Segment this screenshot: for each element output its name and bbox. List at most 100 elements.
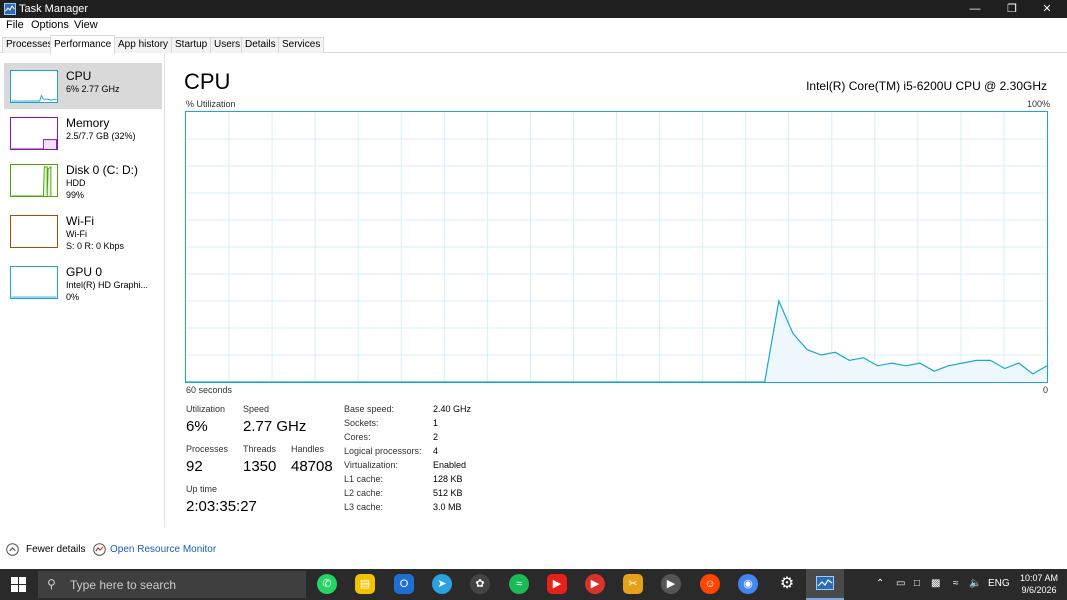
resource-sidebar: CPU 6% 2.77 GHz Memory 2.5/7.7 GB (32%) …	[0, 53, 165, 527]
info-key: Logical processors:	[344, 446, 422, 456]
sidebar-item-wifi[interactable]: Wi-Fi Wi-Fi S: 0 R: 0 Kbps	[4, 208, 162, 254]
clock[interactable]: 10:07 AM 9/6/2026	[1016, 572, 1062, 596]
monitor-icon[interactable]: ▩	[931, 578, 940, 589]
sidebar-item-memory[interactable]: Memory 2.5/7.7 GB (32%)	[4, 110, 162, 156]
collapse-chevron-icon[interactable]	[6, 543, 19, 556]
info-value: 3.0 MB	[433, 502, 462, 512]
restore-button[interactable]: ❐	[992, 0, 1032, 18]
y-axis-max-label: 100%	[1027, 99, 1051, 109]
processes-label: Processes	[186, 444, 229, 454]
threads-label: Threads	[243, 444, 277, 454]
open-resource-monitor-link[interactable]: Open Resource Monitor	[110, 544, 216, 555]
menu-options[interactable]: Options	[31, 19, 69, 31]
sidebar-item-disk[interactable]: Disk 0 (C: D:) HDD 99%	[4, 157, 162, 203]
handles-label: Handles	[291, 444, 325, 454]
x-axis-left-label: 60 seconds	[186, 385, 233, 395]
tab-services[interactable]: Services	[278, 37, 325, 53]
utilization-value: 6%	[186, 418, 208, 435]
tablet-icon[interactable]: ▭	[896, 578, 905, 589]
tab-startup[interactable]: Startup	[171, 37, 212, 53]
title-bar: Task Manager — ❐ ✕	[0, 0, 1067, 18]
info-key: Cores:	[344, 432, 371, 442]
page-title: CPU	[184, 69, 231, 94]
windows-start-icon[interactable]	[11, 577, 26, 592]
sidebar-item-label: Memory	[66, 116, 110, 130]
tab-processes[interactable]: Processes	[2, 37, 57, 53]
sidebar-item-gpu[interactable]: GPU 0 Intel(R) HD Graphi... 0%	[4, 259, 162, 305]
language-indicator[interactable]: ENG	[988, 578, 1010, 589]
info-key: Base speed:	[344, 404, 395, 414]
settings-gear-icon[interactable]: ⚙	[777, 574, 797, 594]
reddit-icon[interactable]: ☺	[700, 574, 720, 594]
media-player-icon[interactable]: ▶	[585, 574, 605, 594]
outlook-icon[interactable]: O	[394, 574, 414, 594]
window-title: Task Manager	[19, 3, 89, 15]
task-manager-icon	[4, 3, 16, 15]
menu-file[interactable]: File	[6, 19, 24, 31]
sidebar-item-label: CPU	[66, 69, 92, 83]
file-explorer-icon[interactable]: ▤	[355, 574, 375, 594]
snipping-tool-icon[interactable]: ✂	[623, 574, 643, 594]
info-key: L1 cache:	[344, 474, 384, 484]
info-value: 2.40 GHz	[433, 404, 472, 414]
storage-icon[interactable]: □	[914, 578, 920, 589]
sidebar-item-detail: 2.5/7.7 GB (32%)	[66, 131, 136, 141]
video-player-icon[interactable]: ▶	[661, 574, 681, 594]
tab-performance[interactable]: Performance	[50, 35, 116, 54]
sidebar-item-cpu[interactable]: CPU 6% 2.77 GHz	[4, 63, 162, 109]
wifi-thumbnail-graph	[10, 215, 58, 248]
uptime-value: 2:03:35:27	[186, 498, 257, 515]
info-value: 2	[433, 432, 439, 442]
sidebar-item-label: GPU 0	[66, 265, 103, 279]
taskbar-task-manager-button[interactable]	[806, 569, 844, 600]
sidebar-item-detail: 0%	[66, 292, 80, 302]
info-value: Enabled	[433, 460, 467, 470]
search-icon: ⚲	[47, 577, 56, 591]
minimize-button[interactable]: —	[955, 0, 995, 18]
tab-users[interactable]: Users	[210, 37, 245, 53]
menu-bar: File Options View	[0, 18, 1067, 34]
cpu-model-name: Intel(R) Core(TM) i5-6200U CPU @ 2.30GHz	[806, 79, 1047, 93]
whatsapp-icon[interactable]: ✆	[317, 574, 337, 594]
youtube-icon[interactable]: ▶	[547, 574, 567, 594]
uptime-label: Up time	[186, 484, 218, 494]
wifi-icon[interactable]: ≈	[953, 578, 959, 589]
volume-icon[interactable]: 🔈	[969, 578, 981, 589]
handles-value: 48708	[291, 458, 333, 475]
sidebar-item-detail: 6% 2.77 GHz	[66, 84, 120, 94]
info-key: Virtualization:	[344, 460, 398, 470]
task-manager-icon	[816, 576, 834, 590]
chatgpt-icon[interactable]: ✿	[470, 574, 490, 594]
chrome-icon[interactable]: ◉	[738, 574, 758, 594]
cpu-utilization-graph	[185, 111, 1048, 383]
tab-bar: Processes Performance App history Startu…	[0, 35, 1067, 54]
sidebar-item-label: Disk 0 (C: D:)	[66, 163, 138, 177]
memory-thumbnail-graph	[10, 117, 58, 150]
clock-time: 10:07 AM	[1019, 573, 1059, 583]
search-placeholder: Type here to search	[70, 578, 177, 592]
sidebar-item-detail: HDD	[66, 178, 86, 188]
close-button[interactable]: ✕	[1027, 0, 1067, 18]
show-hidden-icons-chevron-icon[interactable]: ⌃	[876, 578, 884, 589]
sidebar-item-detail: Intel(R) HD Graphi...	[66, 280, 149, 290]
spotify-icon[interactable]: ≈	[509, 574, 529, 594]
info-key: L3 cache:	[344, 502, 384, 512]
menu-view[interactable]: View	[74, 19, 98, 31]
info-value: 512 KB	[433, 488, 463, 498]
disk-thumbnail-graph	[10, 164, 58, 197]
threads-value: 1350	[243, 458, 277, 475]
info-value: 1	[433, 418, 439, 428]
speed-label: Speed	[243, 404, 270, 414]
sidebar-item-detail: 99%	[66, 190, 85, 200]
sidebar-item-detail: Wi-Fi	[66, 229, 87, 239]
x-axis-right-label: 0	[1043, 385, 1049, 395]
tab-app-history[interactable]: App history	[114, 37, 173, 53]
info-key: L2 cache:	[344, 488, 384, 498]
fewer-details-link[interactable]: Fewer details	[26, 544, 85, 555]
resource-monitor-icon	[93, 543, 106, 556]
taskbar-search[interactable]: ⚲ Type here to search	[38, 571, 306, 598]
taskbar: ⚲ Type here to search ✆ ▤ O ➤ ✿ ≈ ▶ ▶ ✂ …	[0, 569, 1067, 600]
telegram-icon[interactable]: ➤	[432, 574, 452, 594]
tab-details[interactable]: Details	[241, 37, 280, 53]
y-axis-label: % Utilization	[186, 99, 236, 109]
